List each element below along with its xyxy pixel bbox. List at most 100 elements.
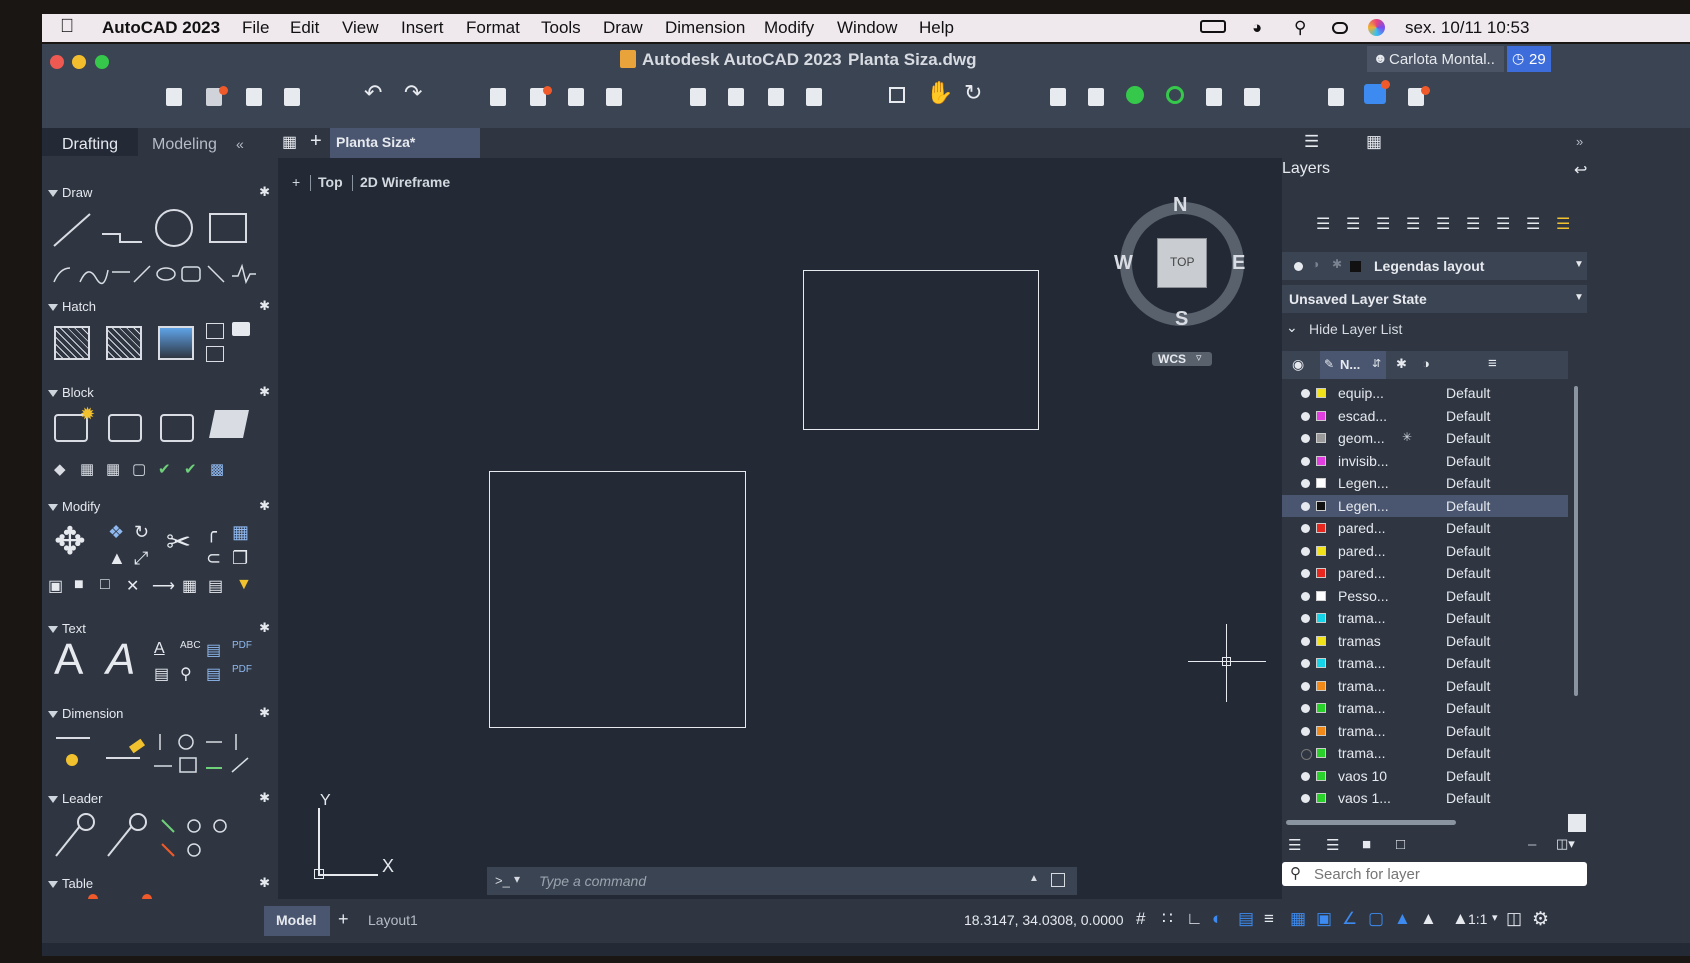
- align-leader-icon[interactable]: [187, 819, 201, 833]
- compass-n[interactable]: N: [1173, 194, 1187, 217]
- layer-row[interactable]: trama...Default–: [1282, 652, 1568, 674]
- layer-row[interactable]: tramasDefault–: [1282, 630, 1568, 652]
- multiline-text-icon[interactable]: A: [54, 636, 83, 684]
- layer-row[interactable]: pared...Default–: [1282, 562, 1568, 584]
- drawing-rectangle-2[interactable]: [489, 471, 746, 728]
- lightbulb-icon[interactable]: [1301, 524, 1310, 533]
- save-as-icon[interactable]: [280, 86, 306, 108]
- new-tab-button[interactable]: +: [310, 130, 322, 153]
- menu-edit[interactable]: Edit: [290, 18, 319, 38]
- snap-icon[interactable]: ∷: [1162, 909, 1173, 929]
- lightbulb-icon[interactable]: [1301, 681, 1310, 691]
- web-icon[interactable]: [802, 86, 828, 108]
- layer-color-swatch[interactable]: [1316, 748, 1326, 758]
- import-icon[interactable]: [724, 86, 750, 108]
- orbit-icon[interactable]: ↻: [964, 80, 982, 106]
- stretch-icon[interactable]: ⤢: [134, 548, 148, 569]
- layer-color-swatch[interactable]: [1316, 725, 1326, 736]
- control-center-icon[interactable]: [1332, 22, 1348, 34]
- undo-icon[interactable]: ↶: [364, 80, 382, 106]
- draworder-icon[interactable]: ■: [74, 576, 84, 594]
- annotation-scale[interactable]: 1:1: [1468, 911, 1487, 927]
- chevron-up-icon[interactable]: ▲: [1029, 873, 1039, 884]
- apple-icon[interactable]: : [60, 16, 74, 38]
- collapse-icon[interactable]: –: [1528, 836, 1536, 853]
- scale-icon[interactable]: ▣: [48, 576, 63, 596]
- verify-all-icon[interactable]: ✔: [184, 460, 197, 478]
- menu-view[interactable]: View: [342, 18, 379, 38]
- lightbulb-icon[interactable]: [1301, 749, 1312, 760]
- region-tool-icon[interactable]: [181, 266, 201, 282]
- replace-block-icon[interactable]: ▩: [210, 460, 224, 478]
- layer-row[interactable]: escad...Default–: [1282, 405, 1568, 427]
- compass-e[interactable]: E: [1232, 252, 1245, 275]
- block-base-icon[interactable]: ▢: [132, 460, 146, 478]
- search-icon[interactable]: ⚲: [1294, 18, 1306, 38]
- explode-icon[interactable]: ✕: [126, 576, 139, 596]
- settings-gear-icon[interactable]: ⚙: [1532, 908, 1549, 931]
- properties-tab-icon[interactable]: ▦: [1366, 132, 1382, 152]
- text-style-icon[interactable]: A: [154, 640, 165, 658]
- polyline-tool-icon[interactable]: [102, 233, 142, 243]
- single-line-text-icon[interactable]: A: [106, 636, 135, 684]
- layer-row[interactable]: trama...Default–: [1282, 697, 1568, 719]
- battery-icon[interactable]: [1200, 20, 1226, 33]
- dim-oblique-icon[interactable]: [231, 757, 249, 773]
- connect-icon[interactable]: [1166, 86, 1184, 104]
- offset-icon[interactable]: ⊂: [206, 548, 221, 569]
- layers-tab-icon[interactable]: ☰: [1304, 132, 1319, 152]
- wcs-menu[interactable]: WCS ▿: [1152, 352, 1212, 366]
- rectangle-tool-icon[interactable]: [209, 213, 247, 243]
- name-column-header[interactable]: ✎ N... ⇵: [1320, 351, 1386, 379]
- section-leader[interactable]: Leader ✱: [42, 788, 278, 810]
- add-layout-button[interactable]: +: [338, 909, 349, 930]
- multileader-icon[interactable]: [55, 825, 81, 857]
- layer-row[interactable]: vaos 1...Default–: [1282, 787, 1568, 809]
- text-table-icon[interactable]: ▤: [206, 640, 221, 660]
- camera-icon[interactable]: [232, 322, 250, 336]
- ortho-icon[interactable]: ∟: [1186, 909, 1203, 929]
- zoom-window-icon[interactable]: [889, 87, 905, 103]
- lightbulb-icon[interactable]: [1301, 794, 1310, 803]
- dynamic-ucs-icon[interactable]: ▢: [1368, 909, 1384, 929]
- attribute-tag-icon[interactable]: [209, 410, 249, 438]
- freeze-icon[interactable]: ✳: [1402, 430, 1412, 444]
- move-icon[interactable]: ✥: [54, 522, 86, 562]
- trim-icon[interactable]: ✂: [166, 526, 191, 560]
- layer-list-scrollbar[interactable]: [1574, 386, 1578, 696]
- annotation-visibility-icon[interactable]: ▲: [1394, 909, 1411, 929]
- export-pdf-icon[interactable]: [602, 86, 628, 108]
- lightbulb-icon[interactable]: [1301, 546, 1310, 556]
- menu-draw[interactable]: Draw: [603, 18, 643, 38]
- layer-row[interactable]: pared...Default–: [1282, 540, 1568, 562]
- ray-tool-icon[interactable]: [133, 265, 151, 283]
- lightbulb-icon[interactable]: [1301, 591, 1310, 601]
- copy-icon[interactable]: ❖: [108, 522, 124, 543]
- selection-cycling-icon[interactable]: ▣: [1316, 909, 1332, 929]
- menu-file[interactable]: File: [242, 18, 269, 38]
- layer-color-swatch[interactable]: [1316, 545, 1326, 556]
- section-draw[interactable]: Draw ✱: [42, 182, 278, 204]
- lightbulb-icon[interactable]: [1301, 479, 1310, 488]
- visibility-column-icon[interactable]: ◉: [1292, 356, 1304, 373]
- layer-row[interactable]: trama...Default–: [1282, 720, 1568, 742]
- workspace-icon[interactable]: ◫: [1506, 909, 1522, 929]
- layer-row[interactable]: equip...Default–: [1282, 382, 1568, 404]
- scale-ref-icon[interactable]: □: [100, 576, 110, 594]
- hatch-edit-icon[interactable]: [106, 326, 142, 360]
- compass-s[interactable]: S: [1175, 308, 1188, 331]
- redo-icon[interactable]: ↷: [404, 80, 422, 106]
- layer-row[interactable]: invisib...Default–: [1282, 450, 1568, 472]
- viewcube-top-face[interactable]: TOP: [1157, 238, 1207, 288]
- gear-icon[interactable]: ✱: [259, 298, 270, 314]
- text-align-icon[interactable]: ▤: [206, 664, 221, 684]
- remove-leader-icon[interactable]: [161, 843, 175, 857]
- super-hatch-icon[interactable]: [206, 346, 224, 362]
- line-tool-icon[interactable]: [53, 213, 91, 247]
- lightbulb-icon[interactable]: [1301, 614, 1310, 623]
- match-properties-icon[interactable]: [1084, 86, 1110, 108]
- wifi-icon[interactable]: ◕: [1252, 18, 1262, 38]
- layer-row[interactable]: trama...Default–: [1282, 675, 1568, 697]
- xline-tool-icon[interactable]: [207, 265, 225, 283]
- lightbulb-icon[interactable]: [1301, 636, 1310, 646]
